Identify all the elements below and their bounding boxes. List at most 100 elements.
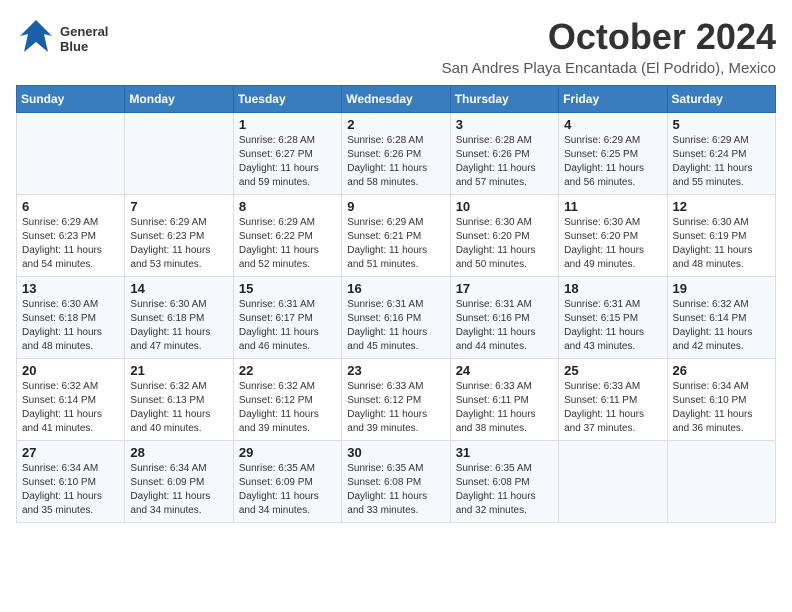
day-number: 20 [22,363,119,378]
day-number: 22 [239,363,336,378]
calendar-cell: 31Sunrise: 6:35 AMSunset: 6:08 PMDayligh… [450,441,558,523]
day-detail: Sunrise: 6:32 AMSunset: 6:13 PMDaylight:… [130,381,210,434]
calendar-cell: 10Sunrise: 6:30 AMSunset: 6:20 PMDayligh… [450,195,558,277]
day-detail: Sunrise: 6:34 AMSunset: 6:10 PMDaylight:… [673,381,753,434]
day-detail: Sunrise: 6:29 AMSunset: 6:24 PMDaylight:… [673,135,753,188]
calendar-week-row: 6 Sunrise: 6:29 AMSunset: 6:23 PMDaylight… [17,195,776,277]
calendar-cell: 23 Sunrise: 6:33 AMSunset: 6:12 PMDayligh… [342,359,450,441]
day-detail: Sunrise: 6:28 AMSunset: 6:26 PMDaylight:… [347,135,427,188]
logo-icon [16,16,56,63]
day-detail: Sunrise: 6:30 AMSunset: 6:20 PMDaylight:… [456,217,536,270]
day-number: 2 [347,117,444,132]
day-detail: Sunrise: 6:31 AMSunset: 6:15 PMDaylight:… [564,299,644,352]
day-number: 13 [22,281,119,296]
calendar-cell [559,441,667,523]
weekday-header: Thursday [450,86,558,113]
calendar-cell: 1Sunrise: 6:28 AMSunset: 6:27 PMDaylight… [233,113,341,195]
calendar-cell: 21 Sunrise: 6:32 AMSunset: 6:13 PMDayligh… [125,359,233,441]
calendar-cell: 24Sunrise: 6:33 AMSunset: 6:11 PMDayligh… [450,359,558,441]
day-detail: Sunrise: 6:33 AMSunset: 6:11 PMDaylight:… [564,381,644,434]
weekday-header: Friday [559,86,667,113]
weekday-header: Wednesday [342,86,450,113]
day-number: 14 [130,281,227,296]
day-number: 12 [673,199,770,214]
day-number: 5 [673,117,770,132]
calendar-cell: 8Sunrise: 6:29 AMSunset: 6:22 PMDaylight… [233,195,341,277]
logo-line2: Blue [60,40,108,54]
day-detail: Sunrise: 6:34 AMSunset: 6:10 PMDaylight:… [22,463,102,516]
day-number: 30 [347,445,444,460]
calendar-cell: 29 Sunrise: 6:35 AMSunset: 6:09 PMDayligh… [233,441,341,523]
calendar-cell: 13 Sunrise: 6:30 AMSunset: 6:18 PMDayligh… [17,277,125,359]
day-number: 28 [130,445,227,460]
month-title: October 2024 [442,16,776,58]
title-block: October 2024 San Andres Playa Encantada … [442,16,776,77]
day-detail: Sunrise: 6:29 AMSunset: 6:23 PMDaylight:… [22,217,102,270]
calendar-cell: 11Sunrise: 6:30 AMSunset: 6:20 PMDayligh… [559,195,667,277]
logo-text: General Blue [60,25,108,54]
calendar-cell [17,113,125,195]
calendar-cell: 22 Sunrise: 6:32 AMSunset: 6:12 PMDayligh… [233,359,341,441]
calendar-cell: 19 Sunrise: 6:32 AMSunset: 6:14 PMDayligh… [667,277,775,359]
day-detail: Sunrise: 6:34 AMSunset: 6:09 PMDaylight:… [130,463,210,516]
day-number: 27 [22,445,119,460]
day-detail: Sunrise: 6:32 AMSunset: 6:14 PMDaylight:… [673,299,753,352]
day-number: 26 [673,363,770,378]
day-detail: Sunrise: 6:29 AMSunset: 6:25 PMDaylight:… [564,135,644,188]
calendar-cell: 9 Sunrise: 6:29 AMSunset: 6:21 PMDaylight… [342,195,450,277]
day-detail: Sunrise: 6:30 AMSunset: 6:18 PMDaylight:… [22,299,102,352]
day-detail: Sunrise: 6:32 AMSunset: 6:14 PMDaylight:… [22,381,102,434]
calendar-cell: 17Sunrise: 6:31 AMSunset: 6:16 PMDayligh… [450,277,558,359]
day-detail: Sunrise: 6:29 AMSunset: 6:21 PMDaylight:… [347,217,427,270]
calendar-cell: 26 Sunrise: 6:34 AMSunset: 6:10 PMDayligh… [667,359,775,441]
day-detail: Sunrise: 6:28 AMSunset: 6:26 PMDaylight:… [456,135,536,188]
day-number: 8 [239,199,336,214]
day-detail: Sunrise: 6:31 AMSunset: 6:16 PMDaylight:… [456,299,536,352]
calendar-cell: 7 Sunrise: 6:29 AMSunset: 6:23 PMDaylight… [125,195,233,277]
day-detail: Sunrise: 6:33 AMSunset: 6:11 PMDaylight:… [456,381,536,434]
day-detail: Sunrise: 6:33 AMSunset: 6:12 PMDaylight:… [347,381,427,434]
location-title: San Andres Playa Encantada (El Podrido),… [442,60,776,77]
day-number: 4 [564,117,661,132]
day-detail: Sunrise: 6:32 AMSunset: 6:12 PMDaylight:… [239,381,319,434]
calendar-cell: 12 Sunrise: 6:30 AMSunset: 6:19 PMDayligh… [667,195,775,277]
calendar-cell [667,441,775,523]
day-number: 23 [347,363,444,378]
day-number: 19 [673,281,770,296]
calendar-cell: 28 Sunrise: 6:34 AMSunset: 6:09 PMDayligh… [125,441,233,523]
calendar-table: SundayMondayTuesdayWednesdayThursdayFrid… [16,85,776,523]
weekday-header-row: SundayMondayTuesdayWednesdayThursdayFrid… [17,86,776,113]
day-detail: Sunrise: 6:31 AMSunset: 6:16 PMDaylight:… [347,299,427,352]
calendar-cell: 16Sunrise: 6:31 AMSunset: 6:16 PMDayligh… [342,277,450,359]
day-number: 9 [347,199,444,214]
calendar-cell: 4 Sunrise: 6:29 AMSunset: 6:25 PMDaylight… [559,113,667,195]
day-number: 3 [456,117,553,132]
day-number: 21 [130,363,227,378]
day-detail: Sunrise: 6:35 AMSunset: 6:09 PMDaylight:… [239,463,319,516]
calendar-cell: 2 Sunrise: 6:28 AMSunset: 6:26 PMDaylight… [342,113,450,195]
day-number: 7 [130,199,227,214]
calendar-week-row: 27 Sunrise: 6:34 AMSunset: 6:10 PMDayligh… [17,441,776,523]
weekday-header: Saturday [667,86,775,113]
calendar-cell: 5 Sunrise: 6:29 AMSunset: 6:24 PMDaylight… [667,113,775,195]
weekday-header: Tuesday [233,86,341,113]
calendar-cell: 30 Sunrise: 6:35 AMSunset: 6:08 PMDayligh… [342,441,450,523]
day-number: 31 [456,445,553,460]
day-number: 1 [239,117,336,132]
day-detail: Sunrise: 6:31 AMSunset: 6:17 PMDaylight:… [239,299,319,352]
logo: General Blue [16,16,108,63]
header: General Blue October 2024 San Andres Pla… [16,16,776,77]
calendar-week-row: 20 Sunrise: 6:32 AMSunset: 6:14 PMDayligh… [17,359,776,441]
calendar-cell: 6 Sunrise: 6:29 AMSunset: 6:23 PMDaylight… [17,195,125,277]
day-detail: Sunrise: 6:30 AMSunset: 6:19 PMDaylight:… [673,217,753,270]
weekday-header: Monday [125,86,233,113]
day-number: 29 [239,445,336,460]
day-number: 15 [239,281,336,296]
day-number: 18 [564,281,661,296]
day-detail: Sunrise: 6:35 AMSunset: 6:08 PMDaylight:… [347,463,427,516]
day-detail: Sunrise: 6:29 AMSunset: 6:23 PMDaylight:… [130,217,210,270]
calendar-cell: 25Sunrise: 6:33 AMSunset: 6:11 PMDayligh… [559,359,667,441]
day-number: 6 [22,199,119,214]
calendar-cell: 20 Sunrise: 6:32 AMSunset: 6:14 PMDayligh… [17,359,125,441]
calendar-week-row: 13 Sunrise: 6:30 AMSunset: 6:18 PMDayligh… [17,277,776,359]
